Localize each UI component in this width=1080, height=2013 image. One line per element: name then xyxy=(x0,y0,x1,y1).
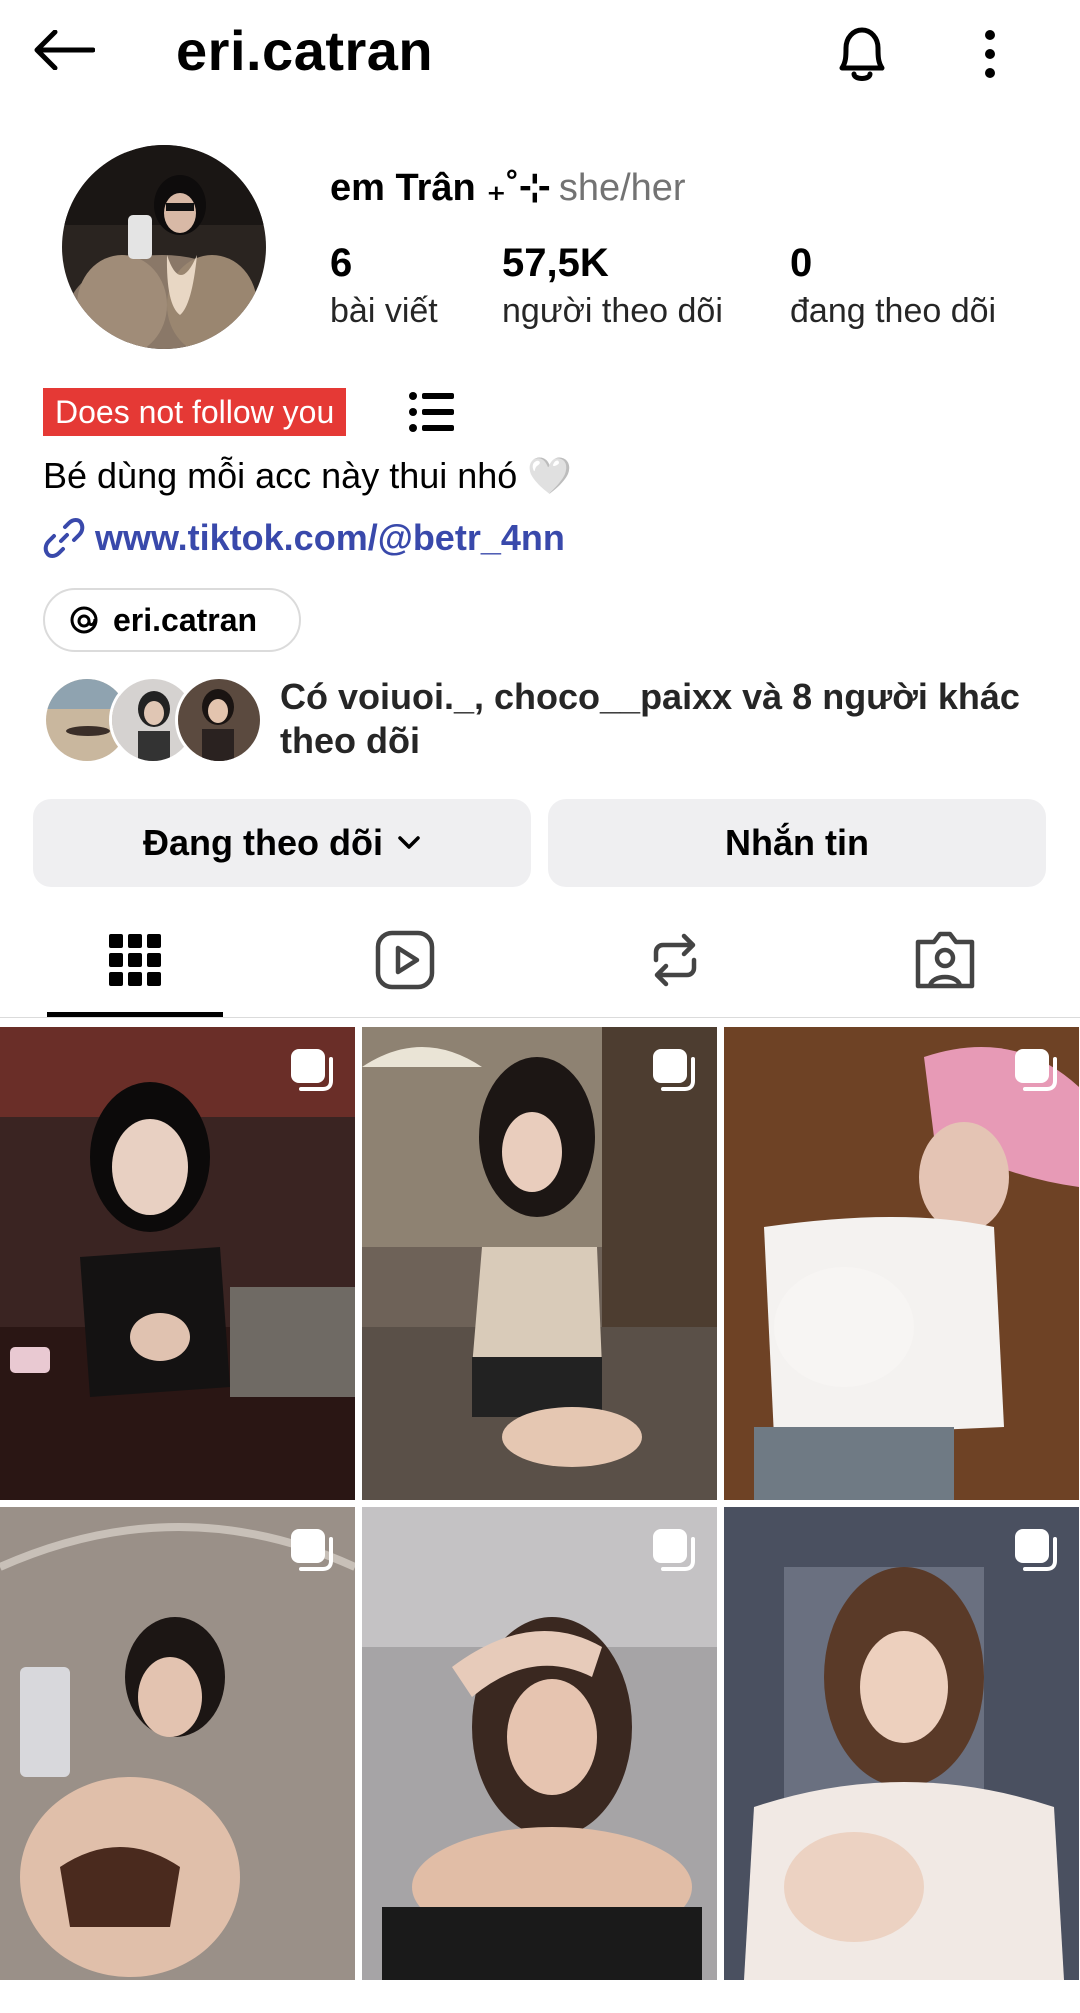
pronouns: she/her xyxy=(558,167,686,209)
multiple-photos-icon xyxy=(291,1049,333,1091)
reels-icon xyxy=(375,930,435,990)
followers-count: 57,5K xyxy=(502,241,609,285)
bio-link-text: www.tiktok.com/@betr_4nn xyxy=(95,517,565,558)
grid-icon xyxy=(109,934,161,986)
tab-posts-grid[interactable] xyxy=(0,905,270,1015)
post-thumbnail[interactable] xyxy=(724,1507,1079,1980)
multiple-photos-icon xyxy=(653,1529,695,1571)
posts-stat: 6 bài viết xyxy=(330,238,438,334)
repost-icon xyxy=(653,933,697,987)
post-thumbnail[interactable] xyxy=(362,1027,717,1500)
tab-reposts[interactable] xyxy=(540,905,810,1015)
post-thumbnail[interactable] xyxy=(0,1027,355,1500)
tab-reels[interactable] xyxy=(270,905,540,1015)
profile-bio: Bé dùng mỗi acc này thui nhó 🤍 xyxy=(43,455,573,496)
following-label: đang theo dõi xyxy=(790,292,997,330)
profile-username: eri.catran xyxy=(176,19,434,82)
list-menu-button[interactable] xyxy=(405,384,459,440)
mutual-followers-text[interactable]: Có voiuoi._, choco__paixx và 8 người khá… xyxy=(280,675,1040,763)
followers-stat[interactable]: 57,5K người theo dõi xyxy=(502,238,723,334)
mutual-avatar xyxy=(175,676,263,764)
post-thumbnail[interactable] xyxy=(724,1027,1079,1500)
mutual-followers-avatars[interactable] xyxy=(43,676,265,764)
posts-label: bài viết xyxy=(330,292,438,330)
multiple-photos-icon xyxy=(1015,1049,1057,1091)
back-button[interactable] xyxy=(28,20,100,80)
following-button[interactable]: Đang theo dõi xyxy=(33,799,531,887)
tabs-divider xyxy=(0,1017,1080,1018)
link-icon xyxy=(43,518,85,558)
more-options-button[interactable] xyxy=(960,14,1020,94)
threads-icon xyxy=(70,606,98,634)
arrow-left-icon xyxy=(34,30,95,70)
threads-profile-chip[interactable]: eri.catran xyxy=(43,588,301,652)
followers-label: người theo dõi xyxy=(502,292,723,330)
notifications-button[interactable] xyxy=(822,14,902,94)
following-stat[interactable]: 0 đang theo dõi xyxy=(790,238,996,334)
more-vertical-icon xyxy=(985,30,995,78)
list-icon xyxy=(409,392,454,432)
following-count: 0 xyxy=(790,241,813,285)
following-button-label: Đang theo dõi xyxy=(143,822,383,863)
bell-icon xyxy=(839,27,885,81)
post-thumbnail[interactable] xyxy=(362,1507,717,1980)
bio-link[interactable]: www.tiktok.com/@betr_4nn xyxy=(43,517,565,559)
display-name-text: em Trân ₊˚⊹ xyxy=(330,167,551,209)
chevron-down-icon xyxy=(398,836,420,849)
multiple-photos-icon xyxy=(1015,1529,1057,1571)
multiple-photos-icon xyxy=(291,1529,333,1571)
threads-handle: eri.catran xyxy=(113,601,258,638)
tagged-icon xyxy=(915,931,975,989)
does-not-follow-badge: Does not follow you xyxy=(43,388,347,436)
profile-avatar[interactable] xyxy=(62,145,266,349)
multiple-photos-icon xyxy=(653,1049,695,1091)
message-button[interactable]: Nhắn tin xyxy=(548,799,1046,887)
posts-count: 6 xyxy=(330,241,353,285)
display-name: em Trân ₊˚⊹ she/her xyxy=(330,165,686,210)
post-thumbnail[interactable] xyxy=(0,1507,355,1980)
tab-tagged[interactable] xyxy=(810,905,1080,1015)
